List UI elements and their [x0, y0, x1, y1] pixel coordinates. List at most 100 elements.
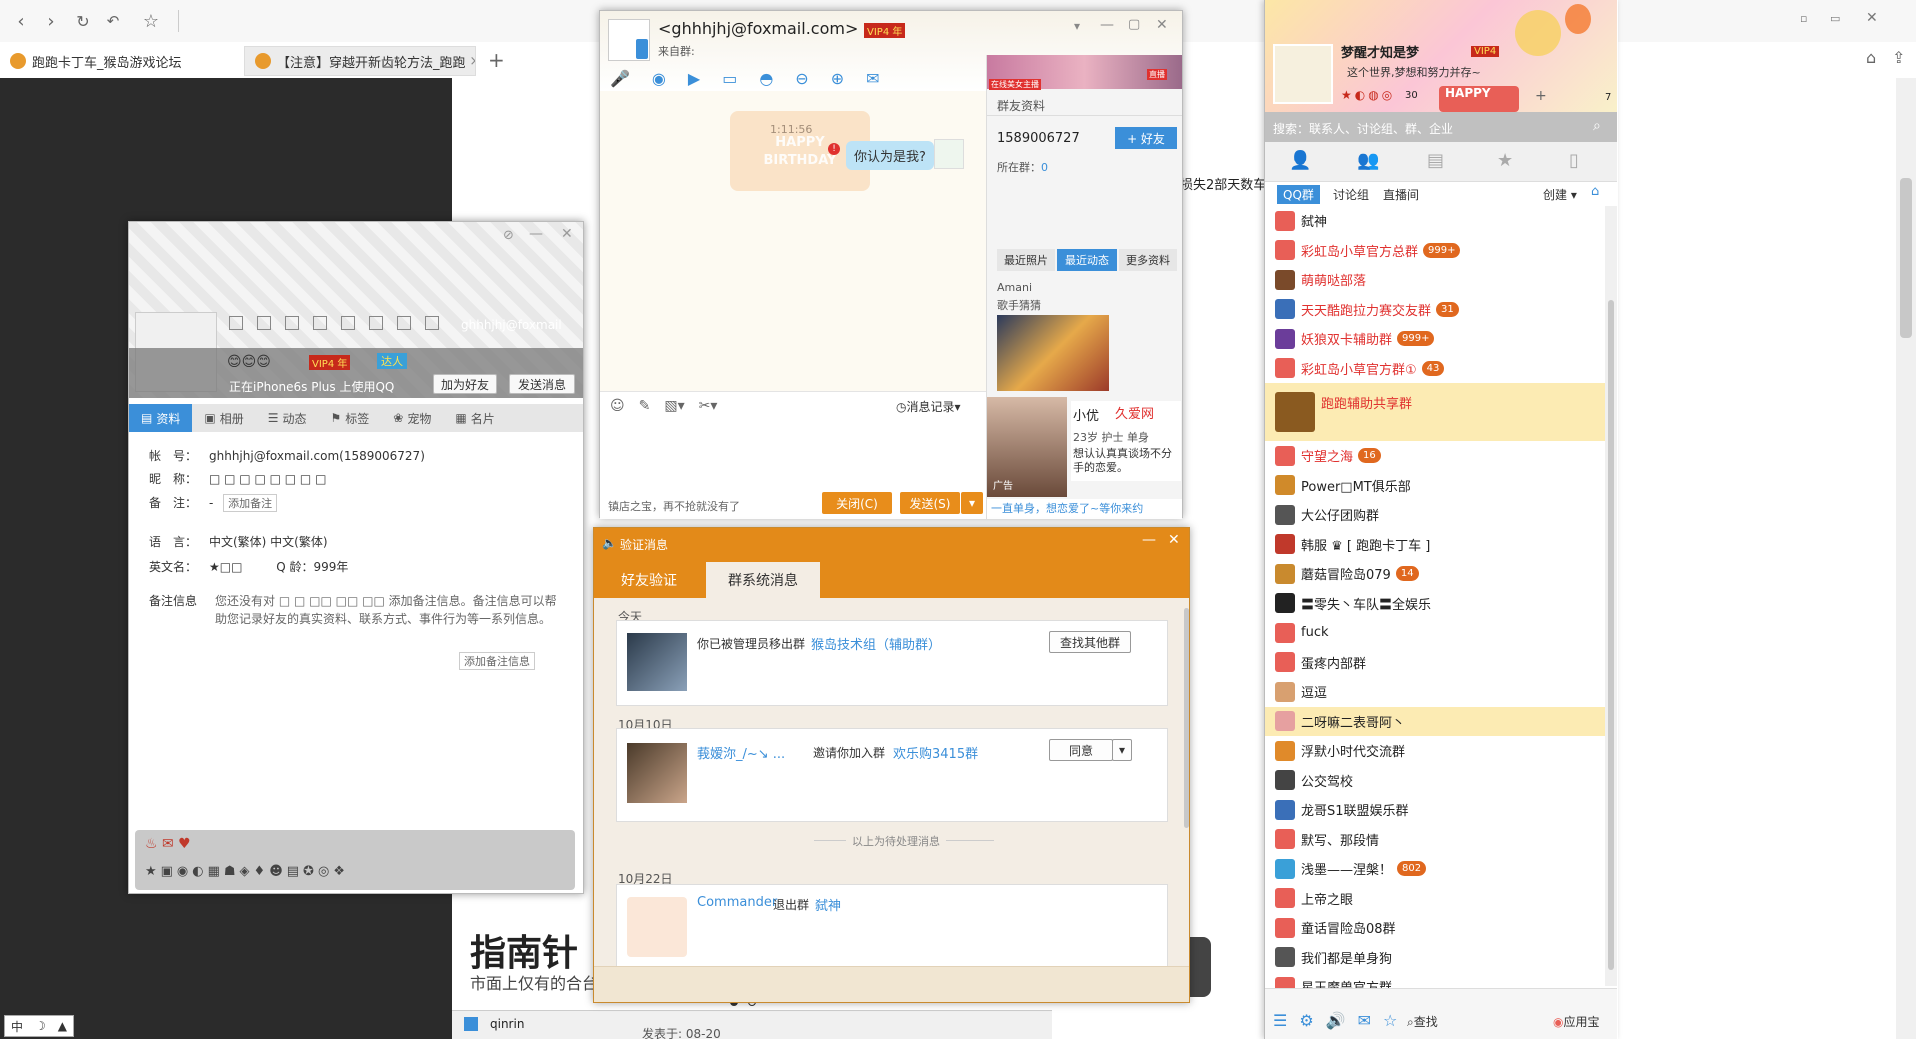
- settings-icon[interactable]: ⚙: [1299, 1011, 1313, 1030]
- ime-toolbar[interactable]: 中 ☽ ▲: [4, 1015, 74, 1037]
- mail-icon[interactable]: ✉: [1358, 1011, 1371, 1030]
- window-min-icon[interactable]: ▫: [1800, 12, 1807, 25]
- status-icons[interactable]: ★◐◍◎: [1341, 88, 1395, 102]
- group-list-item[interactable]: 逗逗: [1265, 677, 1605, 706]
- share-icon[interactable]: ⇪: [1892, 48, 1905, 67]
- tab-more-info[interactable]: 更多资料: [1119, 249, 1177, 271]
- emoji-icon[interactable]: ☺: [610, 398, 625, 414]
- scissors-icon[interactable]: ✂▾: [699, 398, 718, 414]
- screen-icon[interactable]: ▭: [722, 69, 737, 88]
- verification-scrollbar[interactable]: [1184, 608, 1189, 828]
- group-list-item[interactable]: 〓零失丶车队〓全娱乐: [1265, 589, 1605, 618]
- voice-icon[interactable]: 🎤: [610, 69, 630, 88]
- tab-info[interactable]: ▤ 资料: [129, 404, 193, 432]
- footer-user[interactable]: qinrin: [490, 1017, 524, 1031]
- tab-tags[interactable]: ⚑ 标签: [319, 404, 382, 432]
- group-list-item[interactable]: 彩虹岛小草官方总群 999+: [1265, 236, 1605, 265]
- minimize-icon[interactable]: —: [529, 226, 543, 242]
- group-list-item[interactable]: 妖狼双卡辅助群 999+: [1265, 324, 1605, 353]
- chat-input-area[interactable]: ☺ ✎ ▧▾ ✂▾ ◷消息记录▾ 镇店之宝，再不抢就没有了 关闭(C) 发送(S…: [600, 391, 986, 519]
- create-button[interactable]: 创建 ▾: [1543, 186, 1577, 203]
- inviter-name[interactable]: 莪嫒沵_/~↘ ...: [697, 743, 785, 762]
- window-close-icon[interactable]: ✕: [1866, 10, 1878, 26]
- page-scrollbar[interactable]: [1896, 78, 1916, 1039]
- tab-pet[interactable]: ❀ 宠物: [381, 404, 443, 432]
- qq-search-bar[interactable]: 搜索：联系人、讨论组、群、企业 ⌕: [1265, 112, 1617, 142]
- add-memo-button[interactable]: 添加备注信息: [459, 652, 535, 670]
- user-icon[interactable]: ▲: [58, 1019, 67, 1033]
- group-list-item[interactable]: 公交驾校: [1265, 766, 1605, 795]
- close-chat-button[interactable]: 关闭(C): [822, 492, 892, 514]
- add-friend-button[interactable]: 加为好友: [433, 374, 497, 394]
- ad-card[interactable]: 小优 久爱网 23岁 护士 单身 想认认真真谈场不分手的恋爱。: [1071, 401, 1181, 481]
- favorites-icon[interactable]: ★: [1497, 150, 1513, 171]
- qq-avatar[interactable]: [1273, 44, 1333, 104]
- undo-icon[interactable]: ↶: [100, 8, 126, 34]
- group-list-item[interactable]: 跑跑辅助共享群: [1265, 383, 1605, 441]
- group-list-item[interactable]: 萌萌哒部落: [1265, 265, 1605, 294]
- send-message-button[interactable]: 发送消息: [509, 374, 575, 394]
- accept-options-icon[interactable]: ▾: [1112, 739, 1132, 761]
- search-icon[interactable]: ⌕: [1593, 118, 1601, 134]
- group-list-item[interactable]: 二呀嘛二表哥阿丶: [1265, 706, 1605, 736]
- add-friend-icon[interactable]: ⊕: [831, 69, 844, 88]
- volume-icon[interactable]: 🔊: [1326, 1011, 1346, 1030]
- minimize-icon[interactable]: —: [1142, 532, 1156, 548]
- image-icon[interactable]: ▧▾: [664, 398, 684, 414]
- message-icon[interactable]: ✉: [866, 69, 879, 88]
- group-list-item[interactable]: 大公仔团购群: [1265, 500, 1605, 529]
- tab-live-rooms[interactable]: 直播间: [1383, 186, 1419, 203]
- window-max-icon[interactable]: ▭: [1830, 12, 1840, 25]
- tab-discussions[interactable]: 讨论组: [1333, 186, 1369, 203]
- app-icon[interactable]: ◓: [759, 69, 773, 88]
- favorite-star-icon[interactable]: ☆: [138, 8, 164, 34]
- ad-link[interactable]: 一直单身，想恋爱了~等你来约: [987, 499, 1182, 519]
- group-list-item[interactable]: 弑神: [1265, 206, 1605, 235]
- group-list-scroll-thumb[interactable]: [1608, 300, 1614, 970]
- contacts-icon[interactable]: 👤: [1289, 150, 1311, 171]
- group-list-item[interactable]: 上帝之眼: [1265, 884, 1605, 913]
- groups-icon[interactable]: 👥: [1357, 150, 1379, 171]
- plus-icon[interactable]: +: [1535, 88, 1547, 104]
- group-list-item[interactable]: 彩虹岛小草官方群① 43: [1265, 354, 1605, 383]
- video-icon[interactable]: ◉: [652, 69, 666, 88]
- user-avatar[interactable]: [627, 743, 687, 803]
- ime-language[interactable]: 中: [11, 1018, 23, 1035]
- close-icon[interactable]: ✕: [561, 226, 573, 242]
- home-icon[interactable]: ⌂: [1866, 48, 1876, 67]
- group-avatar[interactable]: [627, 633, 687, 691]
- find-button[interactable]: ⌕查找: [1407, 1013, 1438, 1030]
- tab-feed[interactable]: ☰ 动态: [256, 404, 319, 432]
- add-friend-button[interactable]: + 好友: [1115, 127, 1177, 149]
- device-icon[interactable]: ▯: [1569, 150, 1579, 171]
- conversation-icon[interactable]: ▤: [1427, 150, 1444, 171]
- group-list-item[interactable]: 蛋疼内部群: [1265, 648, 1605, 677]
- service-icons-row1[interactable]: ♨ ✉ ♥: [145, 836, 191, 852]
- qq-nickname[interactable]: 梦醒才知是梦: [1341, 42, 1419, 61]
- group-list-item[interactable]: 天天酷跑拉力赛交友群 31: [1265, 295, 1605, 324]
- group-link[interactable]: 弑神: [815, 895, 841, 914]
- tab-group-system[interactable]: 群系统消息: [706, 562, 820, 598]
- accept-button[interactable]: 同意: [1049, 739, 1113, 761]
- group-list-item[interactable]: Power□MT俱乐部: [1265, 471, 1605, 500]
- service-icons-row2[interactable]: ★▣◉◐▦☗◈♦☻▤✪◎❖: [145, 864, 349, 879]
- menu-icon[interactable]: ☰: [1273, 1011, 1287, 1030]
- dropdown-icon[interactable]: ▾: [1074, 19, 1080, 33]
- moon-icon[interactable]: ☽: [35, 1019, 46, 1033]
- star-icon[interactable]: ☆: [1383, 1011, 1397, 1030]
- find-groups-button[interactable]: 查找其他群: [1049, 631, 1131, 653]
- browser-tab-1[interactable]: 跑跑卡丁车_猴岛游戏论坛: [0, 46, 240, 76]
- font-icon[interactable]: ✎: [639, 398, 651, 414]
- tab-card[interactable]: ▦ 名片: [443, 404, 506, 432]
- group-count[interactable]: 0: [1041, 161, 1048, 174]
- maximize-icon[interactable]: ▢: [1128, 17, 1140, 32]
- close-icon[interactable]: ✕: [1156, 17, 1168, 33]
- tab-album[interactable]: ▣ 相册: [192, 404, 255, 432]
- group-list-item[interactable]: 蘑菇冒险岛079 14: [1265, 559, 1605, 588]
- send-button[interactable]: 发送(S): [900, 492, 960, 514]
- app-store-button[interactable]: ◉应用宝: [1553, 1013, 1600, 1030]
- tab-friend-verify[interactable]: 好友验证: [594, 562, 704, 598]
- group-link[interactable]: 欢乐购3415群: [893, 743, 978, 762]
- group-list-item[interactable]: 韩服 ♛ [ 跑跑卡丁车 ]: [1265, 530, 1605, 559]
- tab-recent-photos[interactable]: 最近照片: [997, 249, 1055, 271]
